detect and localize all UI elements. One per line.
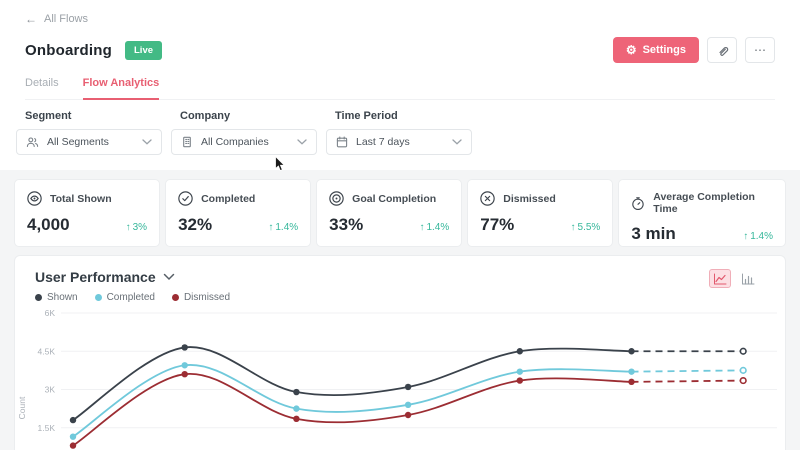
trend-up-icon: ↑ [419,222,424,233]
stat-label: Goal Completion [352,193,436,205]
analytics-content: Total Shown 4,000 ↑3% Completed 32% ↑1.4… [0,170,800,450]
chevron-down-icon [142,139,152,145]
page-title: Onboarding [25,42,112,59]
stat-delta: ↑1.4% [743,231,773,242]
stat-value: 3 min [631,224,675,244]
company-filter: Company All Companies [171,110,317,155]
stat-value: 33% [329,215,363,235]
header-actions: ⚙ Settings ⋯ [613,37,775,63]
settings-label: Settings [643,44,686,56]
time-period-filter-label: Time Period [335,110,472,122]
bar-chart-icon [741,273,755,285]
more-options-button[interactable]: ⋯ [745,37,775,63]
chevron-down-icon[interactable] [163,273,175,281]
stat-label: Average Completion Time [653,191,773,215]
company-select[interactable]: All Companies [171,129,317,155]
stat-value: 77% [480,215,514,235]
stat-value: 32% [178,215,212,235]
trend-up-icon: ↑ [268,222,273,233]
segment-select[interactable]: All Segments [16,129,162,155]
filter-bar: Segment All Segments Company All Compani… [0,100,800,170]
line-chart-icon [713,273,727,285]
stat-delta: ↑1.4% [268,222,298,233]
tab-details[interactable]: Details [25,77,59,99]
chevron-down-icon [452,139,462,145]
stat-delta: ↑3% [126,222,147,233]
building-icon [181,136,193,148]
users-icon [26,136,39,148]
stopwatch-icon [631,196,645,211]
chevron-down-icon [297,139,307,145]
time-period-filter: Time Period Last 7 days [326,110,472,155]
company-filter-label: Company [180,110,317,122]
trend-up-icon: ↑ [126,222,131,233]
time-period-value: Last 7 days [356,136,410,148]
segment-filter: Segment All Segments [16,110,162,155]
mouse-cursor [274,156,287,173]
back-label: All Flows [44,13,88,25]
stat-card-completed: Completed 32% ↑1.4% [165,179,311,247]
chart-type-toggles [709,269,759,288]
stat-card-total-shown: Total Shown 4,000 ↑3% [14,179,160,247]
stat-delta: ↑1.4% [419,222,449,233]
calendar-icon [336,136,348,148]
stat-label: Total Shown [50,193,112,205]
x-circle-icon [480,191,495,206]
stat-label: Completed [201,193,255,205]
segment-filter-label: Segment [25,110,162,122]
svg-text:3K: 3K [45,385,56,395]
user-performance-chart: 6K4.5K3K1.5K0Count [15,299,786,450]
svg-text:4.5K: 4.5K [38,346,56,356]
more-icon: ⋯ [754,43,766,57]
svg-text:6K: 6K [45,308,56,318]
stats-row: Total Shown 4,000 ↑3% Completed 32% ↑1.4… [14,179,786,247]
line-chart-toggle[interactable] [709,269,731,288]
company-value: All Companies [201,136,269,148]
link-icon [716,44,729,57]
bar-chart-toggle[interactable] [737,269,759,288]
stat-delta: ↑5.5% [571,222,601,233]
tab-bar: Details Flow Analytics [25,77,775,100]
stat-card-dismissed: Dismissed 77% ↑5.5% [467,179,613,247]
check-circle-icon [178,191,193,206]
eye-icon [27,191,42,206]
trend-up-icon: ↑ [743,231,748,242]
segment-value: All Segments [47,136,109,148]
stat-card-goal-completion: Goal Completion 33% ↑1.4% [316,179,462,247]
status-badge: Live [125,41,162,60]
chart-title: User Performance [35,269,156,285]
copy-link-button[interactable] [707,37,737,63]
target-icon [329,191,344,206]
tab-flow-analytics[interactable]: Flow Analytics [83,77,160,100]
trend-up-icon: ↑ [571,222,576,233]
back-to-all-flows[interactable]: ← All Flows [25,0,88,26]
flow-analytics-page: ← All Flows Onboarding Live ⚙ Settings ⋯ [0,0,800,450]
stat-value: 4,000 [27,215,70,235]
stat-card-average-completion-time: Average Completion Time 3 min ↑1.4% [618,179,786,247]
svg-text:Count: Count [17,396,27,419]
settings-button[interactable]: ⚙ Settings [613,37,699,63]
gear-icon: ⚙ [626,44,637,56]
user-performance-card: User Performance Shown Completed Dismiss… [14,255,786,450]
time-period-select[interactable]: Last 7 days [326,129,472,155]
back-arrow-icon: ← [25,12,37,26]
stat-label: Dismissed [503,193,556,205]
svg-text:1.5K: 1.5K [38,423,56,433]
header: ← All Flows Onboarding Live ⚙ Settings ⋯ [0,0,800,100]
